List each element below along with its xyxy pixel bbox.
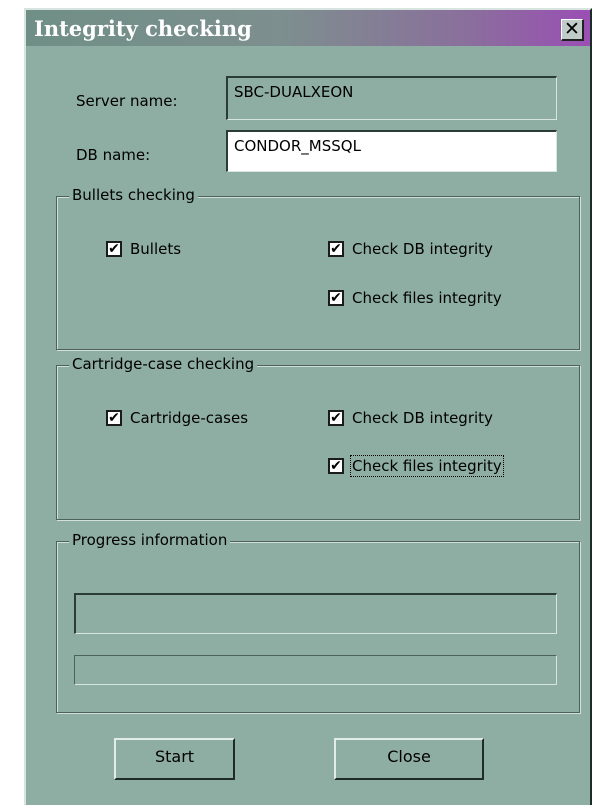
start-button[interactable]: Start xyxy=(114,738,235,780)
cartridge-case-checking-group: Cartridge-case checking xyxy=(56,355,580,520)
server-name-value: SBC-DUALXEON xyxy=(234,83,354,101)
check-icon: ✔ xyxy=(328,410,344,426)
bullets-checking-title: Bullets checking xyxy=(69,186,198,204)
check-icon: ✔ xyxy=(328,290,344,306)
check-icon: ✔ xyxy=(328,241,344,257)
close-button[interactable]: Close xyxy=(334,738,484,780)
cartridge-check-files-integrity-label: Check files integrity xyxy=(350,455,504,477)
title-bar[interactable]: Integrity checking ✕ xyxy=(26,10,590,46)
server-name-field[interactable]: SBC-DUALXEON xyxy=(226,76,557,120)
cartridge-case-checking-title: Cartridge-case checking xyxy=(69,355,258,373)
close-window-button[interactable]: ✕ xyxy=(561,18,584,41)
dialog-title: Integrity checking xyxy=(34,16,252,41)
progress-status-field xyxy=(74,593,557,634)
check-icon: ✔ xyxy=(106,241,122,257)
check-icon: ✔ xyxy=(106,410,122,426)
db-name-value: CONDOR_MSSQL xyxy=(234,137,361,155)
cartridge-check-db-integrity-label: Check DB integrity xyxy=(352,409,493,427)
bullets-check-files-integrity-label: Check files integrity xyxy=(352,289,502,307)
bullets-checkbox-label: Bullets xyxy=(130,240,182,258)
db-name-input[interactable]: CONDOR_MSSQL xyxy=(226,130,557,172)
cartridge-cases-checkbox-label: Cartridge-cases xyxy=(130,409,249,427)
progress-information-title: Progress information xyxy=(69,531,231,549)
server-name-label: Server name: xyxy=(76,92,178,110)
check-icon: ✔ xyxy=(328,458,344,474)
integrity-checking-dialog: Integrity checking ✕ Server name: SBC-DU… xyxy=(24,8,592,805)
close-icon: ✕ xyxy=(564,18,580,40)
bullets-checking-group: Bullets checking xyxy=(56,186,580,350)
overall-progress-bar xyxy=(74,655,557,685)
bullets-check-db-integrity-label: Check DB integrity xyxy=(352,240,493,258)
db-name-label: DB name: xyxy=(76,146,151,164)
